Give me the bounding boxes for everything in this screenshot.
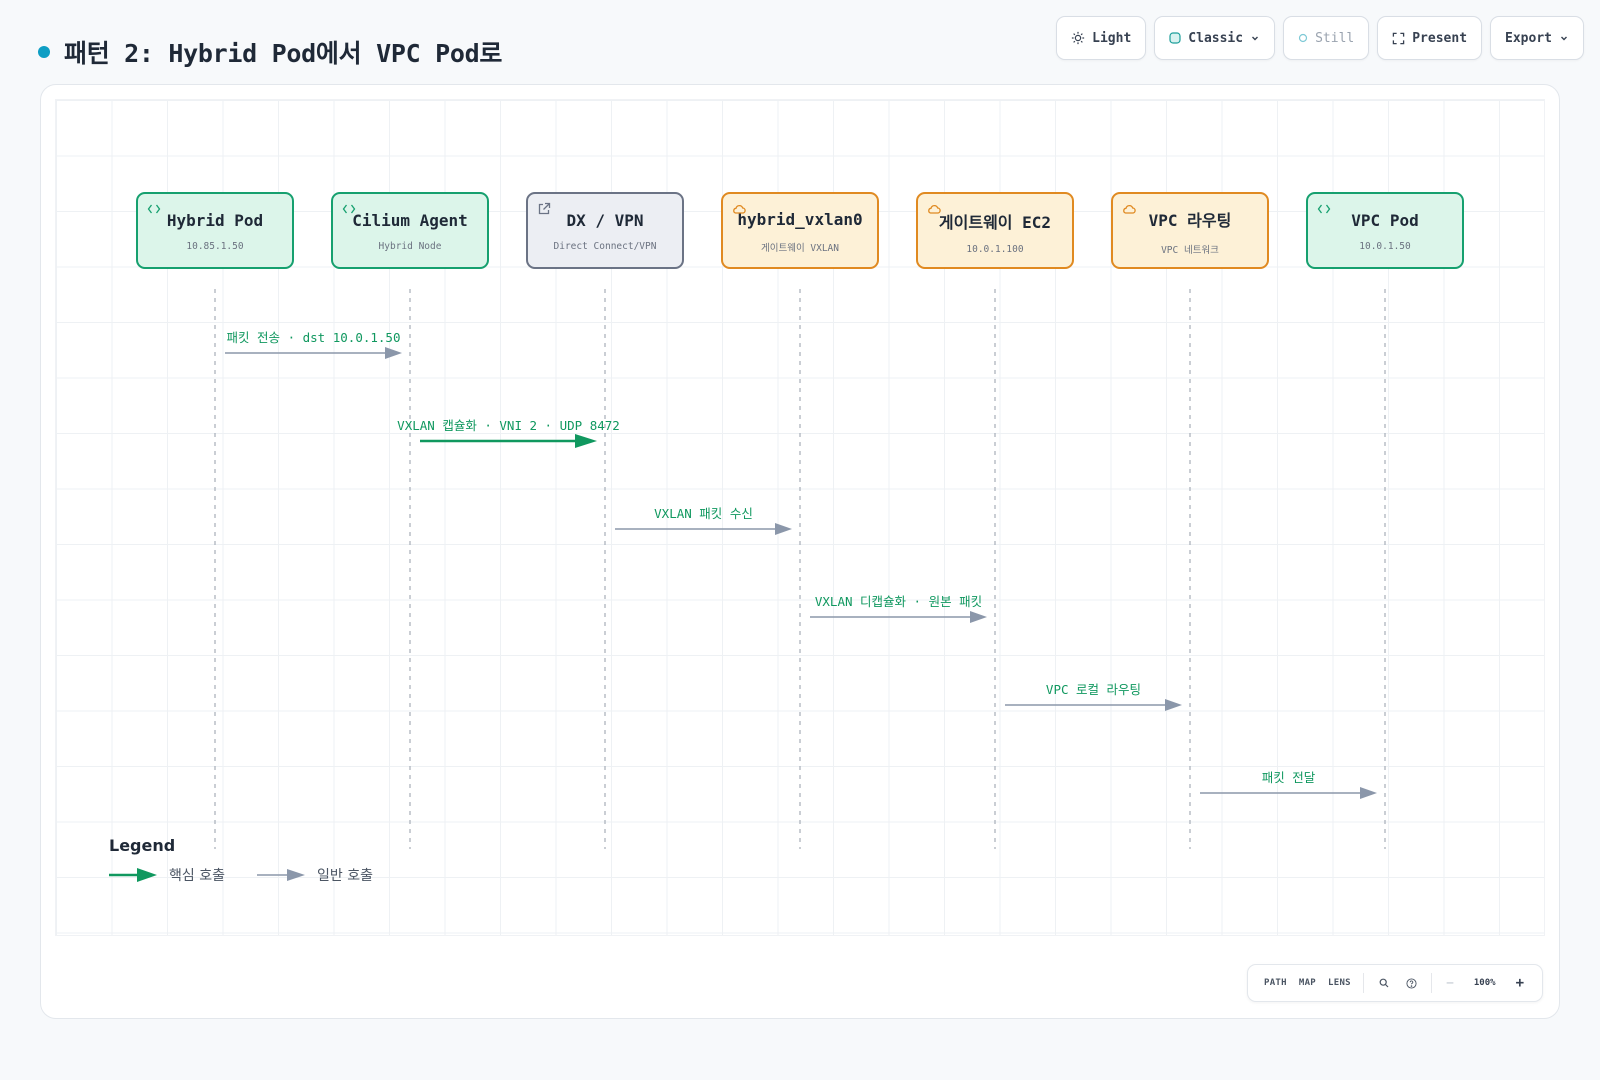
arrow-head [1165, 699, 1182, 711]
help-icon [1406, 977, 1417, 989]
divider [1431, 973, 1433, 993]
actor-title: VPC Pod [1351, 211, 1419, 230]
message-label: VXLAN 디캡슐화 · 원본 패킷 [814, 594, 983, 609]
legend-item-normal: 일반 호출 [256, 865, 373, 885]
message-label: VXLAN 캡슐화 · VNI 2 · UDP 8472 [397, 418, 620, 433]
toolbar: Light Classic Still Present Export [1056, 16, 1584, 60]
actor-node[interactable]: VPC 라우팅 VPC 네트워크 [1111, 192, 1269, 269]
motion-toggle-button[interactable]: Still [1283, 16, 1370, 60]
actor-title: hybrid_vxlan0 [737, 209, 863, 229]
map-button[interactable]: MAP [1293, 978, 1322, 988]
actor-subtitle: VPC 네트워크 [1161, 245, 1219, 256]
zoom-in-button[interactable]: + [1508, 975, 1532, 991]
actor-node[interactable]: DX / VPN Direct Connect/VPN [526, 192, 684, 269]
chevron-down-icon [1252, 36, 1259, 41]
actor-node[interactable]: VPC Pod 10.0.1.50 [1306, 192, 1464, 269]
divider [1362, 973, 1364, 993]
style-select[interactable]: Classic [1154, 16, 1276, 60]
page-title: 패턴 2: Hybrid Pod에서 VPC Pod로 [64, 39, 503, 68]
legend-normal-label: 일반 호출 [316, 868, 373, 884]
motion-label: Still [1315, 30, 1355, 46]
sun-icon [1072, 31, 1085, 45]
cloud-icon [1122, 201, 1136, 215]
title-row: 패턴 2: Hybrid Pod에서 VPC Pod로 [38, 34, 502, 70]
message-label: 패킷 전달 [1261, 770, 1316, 785]
actor-title: 게이트웨이 EC2 [938, 212, 1052, 232]
actor-subtitle: Direct Connect/VPN [553, 241, 657, 252]
zoom-out-button[interactable]: − [1438, 976, 1462, 991]
actor-title: VPC 라우팅 [1148, 211, 1232, 230]
actor-node[interactable]: hybrid_vxlan0 게이트웨이 VXLAN [721, 192, 879, 269]
message-label: 패킷 전송 · dst 10.0.1.50 [226, 330, 401, 345]
code-icon [1317, 201, 1331, 215]
zoom-level: 100% [1473, 978, 1496, 988]
help-button[interactable] [1397, 977, 1425, 989]
actor-node[interactable]: 게이트웨이 EC2 10.0.1.100 [916, 192, 1074, 269]
title-dot [38, 46, 50, 58]
search-button[interactable] [1370, 978, 1398, 988]
lens-button[interactable]: LENS [1322, 978, 1357, 988]
actor-subtitle: 10.0.1.50 [1359, 241, 1411, 252]
normal-arrow-icon [256, 869, 305, 881]
fullscreen-icon [1392, 32, 1405, 44]
primary-arrow-icon [109, 868, 157, 882]
arrow-head [385, 347, 402, 359]
actor-title: DX / VPN [566, 211, 644, 230]
actor-title: Cilium Agent [352, 211, 468, 230]
legend: Legend 핵심 호출 일반 호출 [109, 836, 373, 885]
actor-title: Hybrid Pod [166, 211, 264, 230]
present-label: Present [1412, 30, 1468, 46]
theme-label: Light [1092, 30, 1132, 46]
actor-node[interactable]: Hybrid Pod 10.85.1.50 [136, 192, 294, 269]
message-label: VPC 로컬 라우팅 [1045, 682, 1142, 697]
actor-subtitle: 10.0.1.100 [966, 243, 1024, 255]
legend-primary-label: 핵심 호출 [169, 868, 225, 884]
canvas-controls: PATH MAP LENS − 100% + [1247, 964, 1543, 1002]
diagram-canvas[interactable]: Hybrid Pod 10.85.1.50 Cilium Agent Hybrid N… [40, 84, 1560, 1019]
chevron-down-icon [1561, 36, 1567, 41]
circle-icon [1298, 33, 1308, 43]
actor-subtitle: 게이트웨이 VXLAN [760, 242, 840, 254]
cloud-icon [927, 201, 941, 215]
arrow-head [575, 434, 597, 448]
code-icon [342, 201, 356, 215]
external-link-icon [537, 201, 551, 215]
style-label: Classic [1188, 30, 1244, 46]
arrow-head [775, 523, 792, 535]
arrow-head [1360, 787, 1377, 799]
export-button[interactable]: Export [1490, 16, 1584, 60]
legend-item-primary: 핵심 호출 [109, 865, 225, 885]
code-icon [147, 201, 161, 215]
theme-toggle-button[interactable]: Light [1056, 16, 1147, 60]
actor-subtitle: 10.85.1.50 [186, 241, 244, 252]
present-button[interactable]: Present [1377, 16, 1483, 60]
arrow-head [970, 611, 987, 623]
style-swatch-icon [1169, 32, 1181, 44]
actor-node[interactable]: Cilium Agent Hybrid Node [331, 192, 489, 269]
legend-title: Legend [109, 836, 176, 855]
actor-subtitle: Hybrid Node [378, 241, 442, 252]
search-icon [1379, 978, 1389, 988]
path-button[interactable]: PATH [1258, 978, 1293, 988]
message-label: VXLAN 패킷 수신 [654, 506, 753, 521]
cloud-icon [732, 201, 746, 215]
export-label: Export [1505, 30, 1552, 46]
